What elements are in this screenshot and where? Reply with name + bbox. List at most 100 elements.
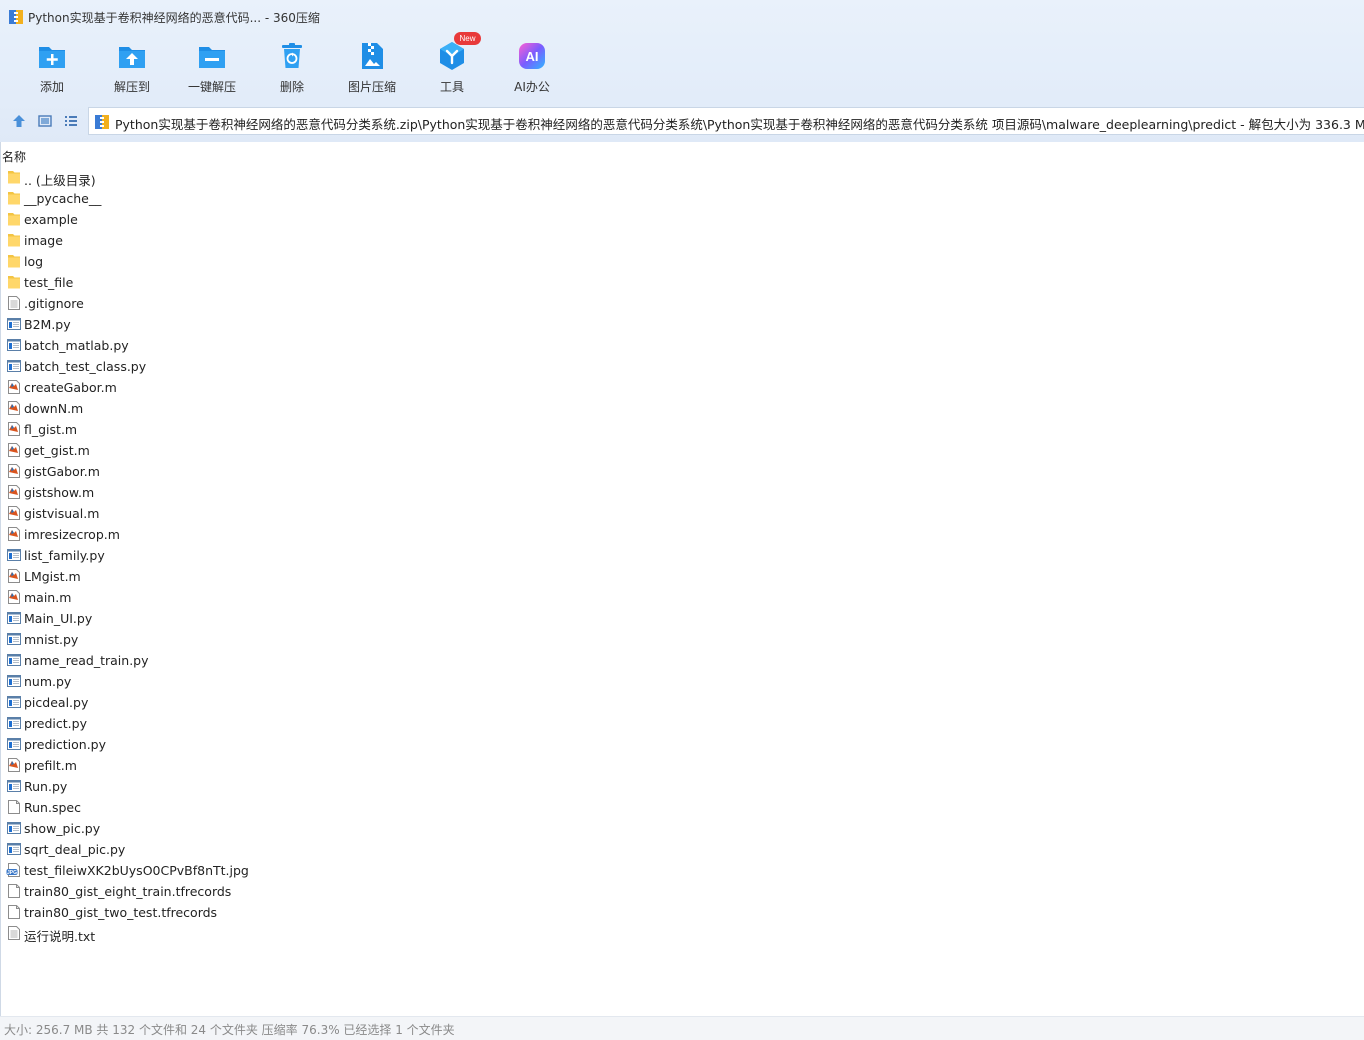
file-name: .. (上级目录) xyxy=(24,173,96,188)
blank-file-icon xyxy=(8,800,20,814)
folder-icon xyxy=(8,192,20,205)
toolbar: 添加 解压到 一键解压 删除 图片压缩 New 工具 AI AI办公 xyxy=(12,32,572,98)
folder-row[interactable]: example xyxy=(1,209,1364,230)
python-file-icon xyxy=(7,675,21,687)
file-name: image xyxy=(24,233,63,248)
file-name: picdeal.py xyxy=(24,695,89,710)
one-click-extract-button[interactable]: 一键解压 xyxy=(172,36,252,98)
file-row[interactable]: batch_matlab.py xyxy=(1,335,1364,356)
file-row[interactable]: gistvisual.m xyxy=(1,503,1364,524)
folder-row[interactable]: test_file xyxy=(1,272,1364,293)
file-row[interactable]: mnist.py xyxy=(1,629,1364,650)
thumbnail-view-icon[interactable] xyxy=(36,112,54,130)
file-row[interactable]: prefilt.m xyxy=(1,755,1364,776)
file-row[interactable]: name_read_train.py xyxy=(1,650,1364,671)
file-name: log xyxy=(24,254,44,269)
folder-icon xyxy=(8,234,20,247)
file-row[interactable]: imresizecrop.m xyxy=(1,524,1364,545)
ai-office-label: AI办公 xyxy=(514,80,550,94)
file-name: prediction.py xyxy=(24,737,107,752)
matlab-file-icon xyxy=(8,401,20,415)
folder-row[interactable]: log xyxy=(1,251,1364,272)
file-row[interactable]: B2M.py xyxy=(1,314,1364,335)
delete-icon xyxy=(282,43,302,68)
extract-to-button[interactable]: 解压到 xyxy=(92,36,172,98)
python-file-icon xyxy=(7,360,21,372)
file-row[interactable]: gistshow.m xyxy=(1,482,1364,503)
ai-glyph: AI xyxy=(526,49,539,64)
file-row[interactable]: train80_gist_eight_train.tfrecords xyxy=(1,881,1364,902)
folder-icon xyxy=(8,171,20,184)
one-click-extract-icon xyxy=(199,47,225,68)
file-name: B2M.py xyxy=(24,317,71,332)
python-file-icon xyxy=(7,780,21,792)
file-row[interactable]: prediction.py xyxy=(1,734,1364,755)
file-row[interactable]: batch_test_class.py xyxy=(1,356,1364,377)
file-row[interactable]: .gitignore xyxy=(1,293,1364,314)
file-name: name_read_train.py xyxy=(24,653,149,668)
up-level-icon[interactable] xyxy=(10,112,28,130)
file-row[interactable]: JPG test_fileiwXK2bUysO0CPvBf8nTt.jpg xyxy=(1,860,1364,881)
address-bar[interactable]: Python实现基于卷积神经网络的恶意代码分类系统.zip\Python实现基于… xyxy=(88,107,1364,135)
file-name: gistvisual.m xyxy=(24,506,100,521)
text-file-icon xyxy=(8,296,20,310)
file-row[interactable]: createGabor.m xyxy=(1,377,1364,398)
add-button[interactable]: 添加 xyxy=(12,36,92,98)
file-name: mnist.py xyxy=(24,632,79,647)
list-view-icon[interactable] xyxy=(62,112,80,130)
file-row[interactable]: list_family.py xyxy=(1,545,1364,566)
folder-row[interactable]: image xyxy=(1,230,1364,251)
file-name: Run.spec xyxy=(24,800,81,815)
python-file-icon xyxy=(7,843,21,855)
file-row[interactable]: show_pic.py xyxy=(1,818,1364,839)
python-file-icon xyxy=(7,339,21,351)
file-list: .. (上级目录) __pycache__ example image log test_… xyxy=(1,167,1364,944)
python-file-icon xyxy=(7,318,21,330)
folder-icon xyxy=(8,276,20,289)
ai-office-icon: AI xyxy=(519,43,545,69)
file-row[interactable]: fl_gist.m xyxy=(1,419,1364,440)
file-row[interactable]: 运行说明.txt xyxy=(1,923,1364,944)
image-compress-icon xyxy=(362,43,383,69)
jpg-file-icon: JPG xyxy=(6,863,20,877)
status-text: 大小: 256.7 MB 共 132 个文件和 24 个文件夹 压缩率 76.3… xyxy=(4,1023,455,1037)
file-row[interactable]: Main_UI.py xyxy=(1,608,1364,629)
matlab-file-icon xyxy=(8,464,20,478)
folder-row[interactable]: __pycache__ xyxy=(1,188,1364,209)
delete-button[interactable]: 删除 xyxy=(252,36,332,98)
python-file-icon xyxy=(7,612,21,624)
add-label: 添加 xyxy=(39,80,64,94)
window-chrome: Python实现基于卷积神经网络的恶意代码... - 360压缩 添加 解压到 xyxy=(0,0,1364,142)
file-row[interactable]: sqrt_deal_pic.py xyxy=(1,839,1364,860)
file-name: show_pic.py xyxy=(24,821,101,836)
file-row[interactable]: LMgist.m xyxy=(1,566,1364,587)
tools-button[interactable]: New 工具 xyxy=(412,32,492,98)
file-name: fl_gist.m xyxy=(24,422,78,437)
new-badge: New xyxy=(454,32,481,45)
file-name: Run.py xyxy=(24,779,68,794)
folder-icon xyxy=(8,255,20,268)
image-compress-button[interactable]: 图片压缩 xyxy=(332,36,412,98)
matlab-file-icon xyxy=(8,443,20,457)
file-row[interactable]: main.m xyxy=(1,587,1364,608)
file-name: Main_UI.py xyxy=(24,611,93,626)
file-row[interactable]: get_gist.m xyxy=(1,440,1364,461)
file-name: predict.py xyxy=(24,716,87,731)
file-row[interactable]: picdeal.py xyxy=(1,692,1364,713)
archive-path-icon xyxy=(95,115,109,129)
file-name: prefilt.m xyxy=(24,758,77,773)
file-row[interactable]: gistGabor.m xyxy=(1,461,1364,482)
file-row[interactable]: downN.m xyxy=(1,398,1364,419)
file-row[interactable]: Run.spec xyxy=(1,797,1364,818)
title-bar[interactable]: Python实现基于卷积神经网络的恶意代码... - 360压缩 xyxy=(0,0,1364,32)
python-file-icon xyxy=(7,654,21,666)
file-name: createGabor.m xyxy=(24,380,117,395)
blank-file-icon xyxy=(8,905,20,919)
file-row[interactable]: predict.py xyxy=(1,713,1364,734)
file-row[interactable]: num.py xyxy=(1,671,1364,692)
status-bar: 大小: 256.7 MB 共 132 个文件和 24 个文件夹 压缩率 76.3… xyxy=(0,1016,1364,1040)
file-row[interactable]: Run.py xyxy=(1,776,1364,797)
file-row[interactable]: train80_gist_two_test.tfrecords xyxy=(1,902,1364,923)
ai-office-button[interactable]: AI AI办公 xyxy=(492,36,572,98)
folder-row[interactable]: .. (上级目录) xyxy=(1,167,1364,188)
